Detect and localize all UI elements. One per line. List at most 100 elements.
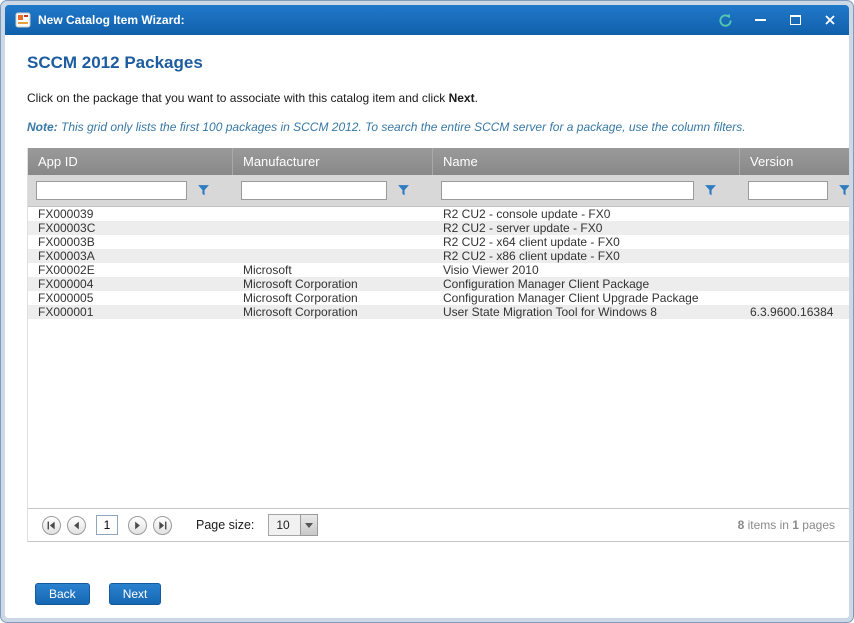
first-page-button[interactable] bbox=[42, 516, 61, 535]
refresh-icon bbox=[718, 13, 733, 28]
close-icon bbox=[824, 14, 836, 26]
minimize-button[interactable] bbox=[751, 11, 769, 29]
filter-cell-manufacturer bbox=[233, 175, 433, 206]
titlebar: New Catalog Item Wizard: bbox=[5, 5, 849, 35]
refresh-button[interactable] bbox=[716, 11, 734, 29]
app-id-filter-button[interactable] bbox=[192, 181, 214, 201]
note-label: Note: bbox=[27, 120, 58, 134]
cell-app-id: FX000005 bbox=[28, 291, 233, 305]
content-spacer bbox=[5, 542, 849, 583]
wizard-window: New Catalog Item Wizard: SCCM 2012 bbox=[0, 0, 854, 623]
note-text: Note: This grid only lists the first 100… bbox=[27, 120, 849, 134]
table-row[interactable]: FX000004Microsoft CorporationConfigurati… bbox=[28, 277, 849, 291]
cell-version bbox=[740, 249, 849, 263]
next-button[interactable]: Next bbox=[109, 583, 162, 605]
filter-funnel-icon bbox=[397, 184, 410, 197]
cell-version bbox=[740, 221, 849, 235]
pager-summary: 8 items in 1 pages bbox=[738, 518, 835, 532]
packages-grid: App ID Manufacturer Name Version bbox=[27, 148, 849, 542]
cell-manufacturer bbox=[233, 207, 433, 221]
cell-app-id: FX000001 bbox=[28, 305, 233, 319]
manufacturer-filter-button[interactable] bbox=[392, 181, 414, 201]
page-size-value: 10 bbox=[268, 514, 300, 536]
page-size-dropdown-button[interactable] bbox=[300, 514, 318, 536]
cell-version bbox=[740, 263, 849, 277]
cell-app-id: FX000004 bbox=[28, 277, 233, 291]
app-icon bbox=[15, 12, 31, 28]
cell-app-id: FX00002E bbox=[28, 263, 233, 277]
last-page-button[interactable] bbox=[153, 516, 172, 535]
cell-app-id: FX00003B bbox=[28, 235, 233, 249]
cell-manufacturer: Microsoft bbox=[233, 263, 433, 277]
column-header-name[interactable]: Name bbox=[433, 148, 740, 175]
manufacturer-filter-input[interactable] bbox=[241, 181, 387, 200]
cell-app-id: FX00003C bbox=[28, 221, 233, 235]
page-size-label: Page size: bbox=[196, 518, 254, 532]
next-page-icon bbox=[132, 520, 143, 531]
grid-empty-area bbox=[28, 319, 849, 508]
table-row[interactable]: FX00003B R2 CU2 - x64 client update - FX0 bbox=[28, 235, 849, 249]
filter-cell-name bbox=[433, 175, 740, 206]
last-page-icon bbox=[157, 520, 168, 531]
cell-app-id: FX000039 bbox=[28, 207, 233, 221]
version-filter-input[interactable] bbox=[748, 181, 828, 200]
cell-version: 6.3.9600.16384 bbox=[740, 305, 849, 319]
column-header-manufacturer[interactable]: Manufacturer bbox=[233, 148, 433, 175]
cell-version bbox=[740, 277, 849, 291]
next-page-button[interactable] bbox=[128, 516, 147, 535]
filter-funnel-icon bbox=[704, 184, 717, 197]
instruction-text: Click on the package that you want to as… bbox=[27, 91, 849, 105]
filter-row bbox=[28, 175, 849, 207]
cell-name: User State Migration Tool for Windows 8 bbox=[433, 305, 740, 319]
column-header-version[interactable]: Version bbox=[740, 148, 849, 175]
back-button[interactable]: Back bbox=[35, 583, 90, 605]
close-button[interactable] bbox=[821, 11, 839, 29]
cell-version bbox=[740, 207, 849, 221]
cell-manufacturer: Microsoft Corporation bbox=[233, 305, 433, 319]
name-filter-button[interactable] bbox=[699, 181, 721, 201]
chevron-down-icon bbox=[305, 523, 313, 528]
version-filter-button[interactable] bbox=[833, 181, 849, 201]
name-filter-input[interactable] bbox=[441, 181, 694, 200]
table-row[interactable]: FX00002EMicrosoftVisio Viewer 2010 bbox=[28, 263, 849, 277]
cell-manufacturer: Microsoft Corporation bbox=[233, 277, 433, 291]
grid-header: App ID Manufacturer Name Version bbox=[28, 148, 849, 175]
cell-name: Configuration Manager Client Upgrade Pac… bbox=[433, 291, 740, 305]
window-title: New Catalog Item Wizard: bbox=[38, 13, 185, 27]
cell-version bbox=[740, 291, 849, 305]
window-controls bbox=[716, 11, 839, 29]
current-page-input[interactable] bbox=[96, 515, 118, 535]
wizard-content: SCCM 2012 Packages Click on the package … bbox=[5, 35, 849, 618]
table-row[interactable]: FX000039 R2 CU2 - console update - FX0 bbox=[28, 207, 849, 221]
previous-page-icon bbox=[71, 520, 82, 531]
table-row[interactable]: FX00003A R2 CU2 - x86 client update - FX0 bbox=[28, 249, 849, 263]
column-header-app-id[interactable]: App ID bbox=[28, 148, 233, 175]
app-id-filter-input[interactable] bbox=[36, 181, 187, 200]
cell-name: R2 CU2 - x64 client update - FX0 bbox=[433, 235, 740, 249]
table-row[interactable]: FX00003C R2 CU2 - server update - FX0 bbox=[28, 221, 849, 235]
minimize-icon bbox=[755, 19, 766, 21]
table-row[interactable]: FX000005Microsoft CorporationConfigurati… bbox=[28, 291, 849, 305]
cell-app-id: FX00003A bbox=[28, 249, 233, 263]
maximize-button[interactable] bbox=[786, 11, 804, 29]
previous-page-button[interactable] bbox=[67, 516, 86, 535]
cell-name: Configuration Manager Client Package bbox=[433, 277, 740, 291]
cell-manufacturer: Microsoft Corporation bbox=[233, 291, 433, 305]
table-row[interactable]: FX000001Microsoft CorporationUser State … bbox=[28, 305, 849, 319]
cell-manufacturer bbox=[233, 249, 433, 263]
grid-body: FX000039R2 CU2 - console update - FX0FX0… bbox=[28, 207, 849, 319]
page-size-dropdown[interactable]: 10 bbox=[268, 514, 318, 536]
first-page-icon bbox=[46, 520, 57, 531]
cell-manufacturer bbox=[233, 221, 433, 235]
filter-funnel-icon bbox=[838, 184, 850, 197]
page-title: SCCM 2012 Packages bbox=[27, 53, 849, 73]
cell-name: R2 CU2 - x86 client update - FX0 bbox=[433, 249, 740, 263]
filter-cell-app-id bbox=[28, 175, 233, 206]
cell-manufacturer bbox=[233, 235, 433, 249]
cell-name: R2 CU2 - console update - FX0 bbox=[433, 207, 740, 221]
cell-version bbox=[740, 235, 849, 249]
cell-name: Visio Viewer 2010 bbox=[433, 263, 740, 277]
cell-name: R2 CU2 - server update - FX0 bbox=[433, 221, 740, 235]
footer-buttons: Back Next bbox=[35, 583, 849, 605]
maximize-icon bbox=[790, 15, 801, 25]
